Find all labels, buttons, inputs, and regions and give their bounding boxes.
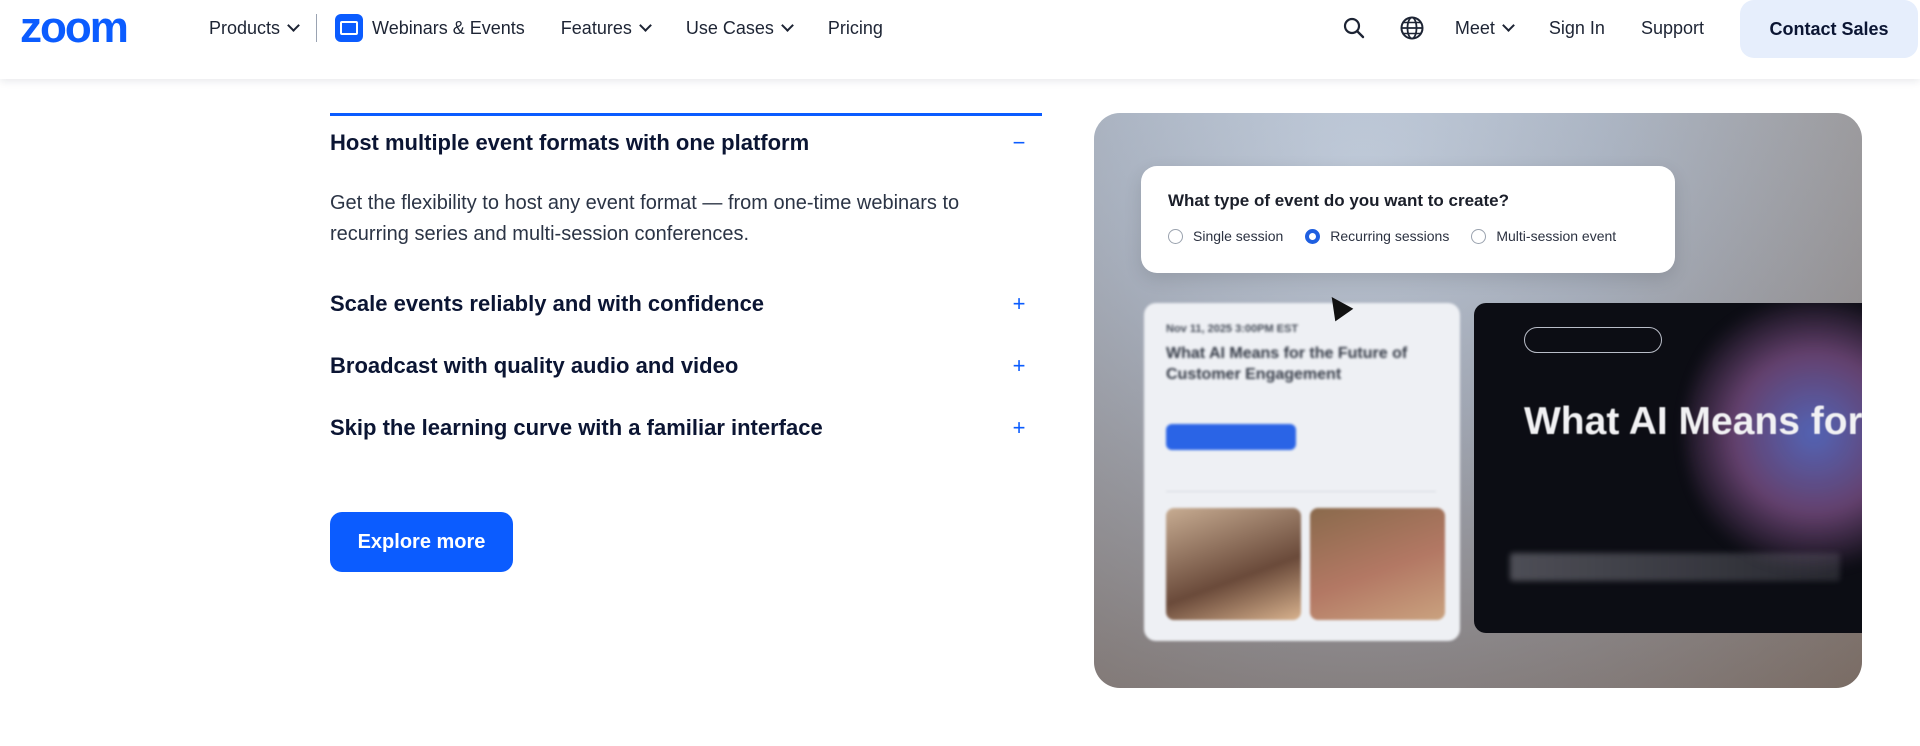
utility-nav: Meet Sign In Support Contact Sales <box>1339 0 1920 58</box>
meet-menu[interactable]: Meet <box>1454 17 1515 39</box>
promo-card: What AI Means for the Future of Customer… <box>1474 303 1862 633</box>
webinar-icon <box>335 14 364 42</box>
option-label: Single session <box>1193 228 1284 244</box>
accordion-item-title[interactable]: Skip the learning curve with a familiar … <box>330 415 823 441</box>
plus-icon[interactable]: + <box>1008 415 1030 441</box>
event-type-question: What type of event do you want to create… <box>1168 191 1509 210</box>
option-recurring-sessions: Recurring sessions <box>1305 228 1449 244</box>
language-button[interactable] <box>1397 13 1427 43</box>
support-link[interactable]: Support <box>1641 18 1704 39</box>
chevron-down-icon <box>781 19 794 32</box>
chevron-down-icon <box>287 19 300 32</box>
globe-icon <box>1400 16 1424 40</box>
contact-sales-button[interactable]: Contact Sales <box>1740 0 1918 58</box>
nav-webinars-label: Webinars & Events <box>372 17 525 38</box>
plus-icon[interactable]: + <box>1008 291 1030 317</box>
option-single-session: Single session <box>1168 228 1283 244</box>
register-button <box>1166 424 1296 450</box>
nav-use-cases[interactable]: Use Cases <box>685 17 794 39</box>
option-multi-session: Multi-session event <box>1471 228 1616 244</box>
sign-in-link[interactable]: Sign In <box>1549 18 1605 39</box>
accordion-item-title[interactable]: Scale events reliably and with confidenc… <box>330 291 764 317</box>
speaker-photo <box>1166 508 1301 620</box>
nav-features-label: Features <box>560 17 632 38</box>
nav-features[interactable]: Features <box>560 17 652 39</box>
nav-webinars-events[interactable]: Webinars & Events <box>335 14 525 42</box>
accordion-item-title[interactable]: Host multiple event formats with one pla… <box>330 130 809 156</box>
option-label: Multi-session event <box>1496 228 1617 244</box>
minus-icon[interactable]: − <box>1008 130 1030 156</box>
meet-label: Meet <box>1454 17 1495 38</box>
main-nav: Products Webinars & Events Features Use … <box>209 0 919 56</box>
nav-pricing[interactable]: Pricing <box>828 18 883 39</box>
nav-use-cases-label: Use Cases <box>685 17 774 38</box>
event-type-card: What type of event do you want to create… <box>1141 166 1675 322</box>
radio-icon <box>1471 228 1487 244</box>
speaker-photo <box>1310 508 1445 620</box>
event-type-options: Single session Recurring sessions Multi-… <box>1168 228 1638 244</box>
promo-subtitle <box>1510 553 1840 581</box>
promo-title: What AI Means for the Future of Customer… <box>1524 400 1862 443</box>
chevron-down-icon <box>1502 19 1515 32</box>
option-label: Recurring sessions <box>1330 228 1450 244</box>
product-illustration: Nov 11, 2025 3:00PM EST What AI Means fo… <box>1094 113 1862 688</box>
nav-products-label: Products <box>209 17 281 38</box>
plus-icon[interactable]: + <box>1008 353 1030 379</box>
event-tabs <box>1166 473 1436 492</box>
accordion-item-title[interactable]: Broadcast with quality audio and video <box>330 353 738 379</box>
nav-pricing-label: Pricing <box>827 17 883 38</box>
event-date: Nov 11, 2025 3:00PM EST <box>1166 323 1299 335</box>
chevron-down-icon <box>638 19 652 32</box>
promo-tag <box>1524 327 1662 353</box>
event-card: Nov 11, 2025 3:00PM EST What AI Means fo… <box>1144 303 1460 641</box>
nav-divider <box>316 14 318 42</box>
search-icon <box>1343 17 1365 39</box>
accordion-item-body: Get the flexibility to host any event fo… <box>330 192 960 245</box>
site-header: zoom Products Webinars & Events Features… <box>0 0 1920 79</box>
event-title: What AI Means for the Future of Customer… <box>1166 345 1408 383</box>
search-button[interactable] <box>1339 13 1369 43</box>
active-item-indicator <box>330 113 1042 116</box>
nav-products[interactable]: Products <box>209 17 300 39</box>
explore-more-button[interactable]: Explore more <box>330 512 513 572</box>
zoom-logo[interactable]: zoom <box>20 6 129 50</box>
radio-selected-icon <box>1305 228 1321 244</box>
radio-icon <box>1168 228 1183 244</box>
